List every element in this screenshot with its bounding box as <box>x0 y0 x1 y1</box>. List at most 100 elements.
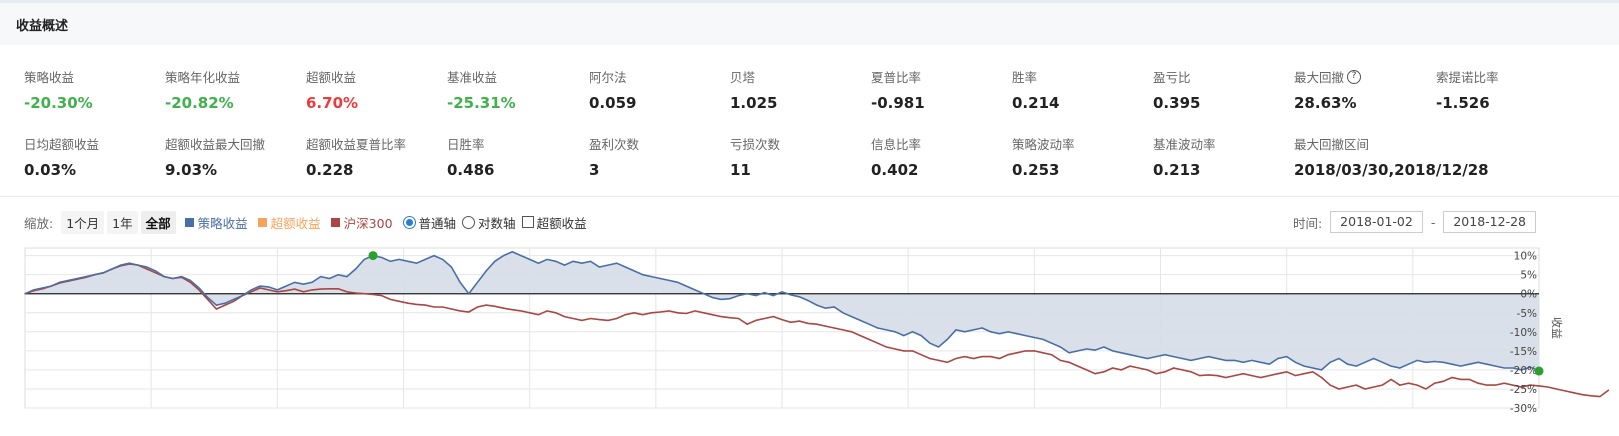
benchmark-point <box>320 288 322 290</box>
strategy-point <box>1155 355 1157 358</box>
metric-sortino: 索提诺比率 -1.526 <box>1436 67 1576 112</box>
benchmark-point <box>1251 375 1253 377</box>
y-tick-label: -30% <box>1510 403 1537 415</box>
strategy-point <box>259 285 261 287</box>
benchmark-point <box>1199 375 1201 377</box>
strategy-point <box>911 331 914 333</box>
drawdown-marker <box>1534 366 1544 376</box>
benchmark-point <box>1042 352 1044 354</box>
strategy-point <box>328 277 331 280</box>
strategy-point <box>1216 357 1218 360</box>
metric-label: 策略波动率 <box>1012 137 1075 152</box>
benchmark-point <box>398 300 400 302</box>
returns-chart[interactable]: 10% 5% 0% -5% -10% -15% -20% -25% -30% 收益 <box>0 240 1619 420</box>
benchmark-point <box>694 310 696 312</box>
strategy-point <box>607 264 609 266</box>
strategy-point <box>842 312 844 314</box>
strategy-point <box>1181 357 1183 360</box>
strategy-point <box>1112 350 1114 352</box>
benchmark-point <box>833 327 835 329</box>
metric-label: 最大回撤 <box>1294 70 1345 85</box>
zoom-1-year-button[interactable]: 1年 <box>107 210 138 234</box>
legend-strategy[interactable]: 策略收益 <box>184 213 248 232</box>
metric-excess-return: 超额收益 6.70% <box>306 67 446 112</box>
start-date-input[interactable]: 2018-01-02 <box>1330 211 1423 233</box>
benchmark-point <box>268 289 270 291</box>
benchmark-point <box>607 319 609 321</box>
strategy-point <box>1425 361 1427 363</box>
strategy-point <box>920 335 922 337</box>
benchmark-point <box>676 312 679 314</box>
strategy-point <box>1085 348 1088 350</box>
benchmark-point <box>189 281 191 283</box>
benchmark-point <box>207 298 209 301</box>
normal-axis-radio[interactable]: 普通轴 <box>402 213 457 232</box>
benchmark-point <box>1590 395 1592 397</box>
benchmark-point <box>337 288 339 290</box>
benchmark-point <box>633 312 635 314</box>
strategy-point <box>1172 355 1175 358</box>
strategy-point <box>1494 365 1497 367</box>
strategy-point <box>468 293 470 295</box>
benchmark-point <box>1016 352 1018 354</box>
strategy-point <box>650 275 653 278</box>
benchmark-point <box>1573 392 1575 394</box>
metric-label: 胜率 <box>1012 70 1038 85</box>
strategy-point <box>1164 354 1166 356</box>
benchmark-point <box>1120 369 1122 371</box>
checkbox-icon <box>521 216 534 228</box>
strategy-point <box>1242 361 1244 363</box>
normal-axis-label: 普通轴 <box>418 215 457 231</box>
excess-return-checkbox[interactable]: 超额收益 <box>521 213 587 232</box>
strategy-point <box>1103 346 1105 348</box>
benchmark-point <box>624 314 626 316</box>
metric-daily-excess: 日均超额收益 0.03% <box>24 134 164 179</box>
benchmark-point <box>955 357 957 360</box>
strategy-point <box>633 270 635 272</box>
benchmark-point <box>998 357 1001 360</box>
legend-benchmark[interactable]: 沪深300 <box>330 213 393 232</box>
benchmark-point <box>546 310 548 312</box>
metric-value: 0.213 <box>1153 161 1201 179</box>
strategy-point <box>355 268 357 270</box>
strategy-point <box>563 264 566 266</box>
strategy-point <box>389 260 392 262</box>
y-tick-label: -10% <box>1510 327 1537 339</box>
benchmark-point <box>476 306 479 308</box>
benchmark-point <box>433 306 435 308</box>
legend-excess-swatch <box>257 217 267 227</box>
benchmark-point <box>851 331 853 333</box>
benchmark-point <box>41 288 44 290</box>
help-icon[interactable]: ? <box>1347 69 1362 84</box>
radio-selected-icon <box>402 215 416 229</box>
benchmark-point <box>76 278 78 280</box>
zoom-1-month-button[interactable]: 1个月 <box>61 210 105 234</box>
benchmark-point <box>1442 380 1444 382</box>
strategy-point <box>685 285 687 287</box>
benchmark-point <box>946 361 948 363</box>
strategy-point <box>555 260 557 262</box>
benchmark-point <box>389 298 392 301</box>
zoom-all-button[interactable]: 全部 <box>140 210 176 234</box>
benchmark-point <box>572 317 574 320</box>
strategy-point <box>433 255 435 257</box>
strategy-point <box>1303 365 1305 367</box>
strategy-point <box>955 329 957 331</box>
strategy-point <box>1460 365 1462 367</box>
benchmark-point <box>198 289 200 291</box>
y-tick-label: 0% <box>1520 289 1537 301</box>
strategy-point <box>1451 363 1453 365</box>
strategy-point <box>990 331 992 333</box>
metric-label: 索提诺比率 <box>1436 70 1499 85</box>
strategy-point <box>363 258 365 261</box>
benchmark-point <box>1355 384 1357 386</box>
metric-value: -20.30% <box>24 94 93 112</box>
strategy-point <box>676 281 679 283</box>
drawdown-marker <box>368 251 378 261</box>
metric-info-ratio: 信息比率 0.402 <box>871 134 1011 179</box>
metric-label-row: 最大回撤 ? <box>1294 67 1434 86</box>
log-axis-radio[interactable]: 对数轴 <box>462 213 516 232</box>
legend-excess[interactable]: 超额收益 <box>257 213 321 232</box>
end-date-input[interactable]: 2018-12-28 <box>1443 211 1536 233</box>
metric-label: 日均超额收益 <box>24 137 100 152</box>
